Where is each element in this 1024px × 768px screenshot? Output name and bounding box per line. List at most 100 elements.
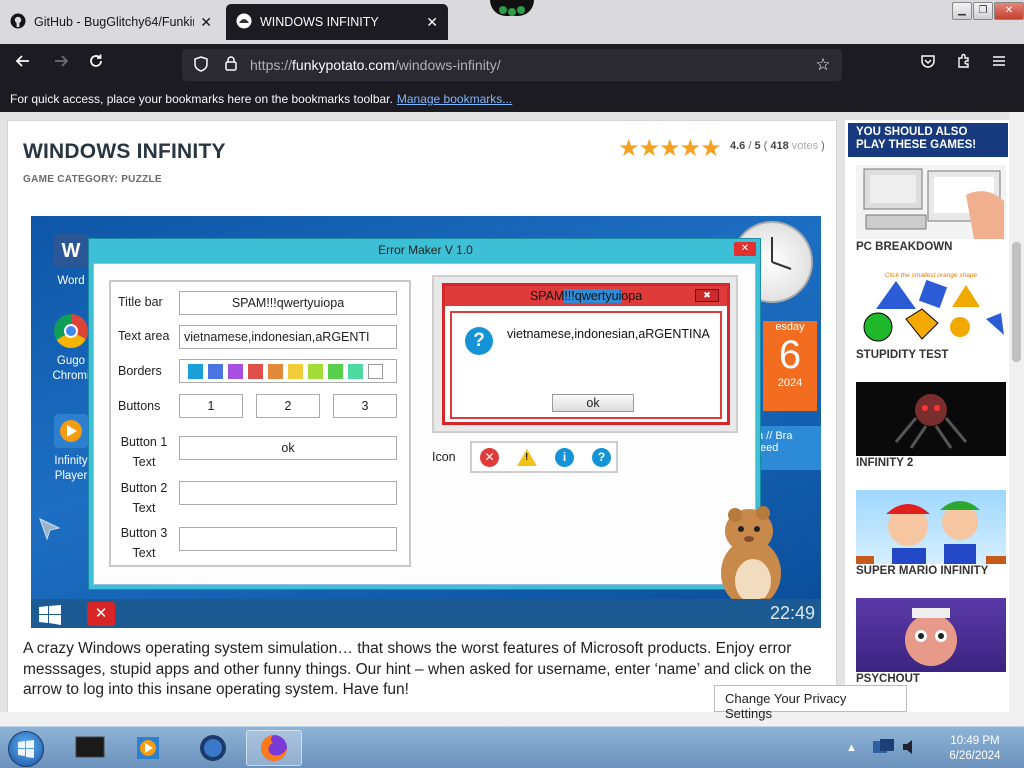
scrollbar-thumb[interactable] [1012,242,1021,362]
privacy-settings-button[interactable]: Change Your Privacy Settings [714,685,907,721]
media-player-icon [137,737,159,759]
tab-github[interactable]: GitHub - BugGlitchy64/Funkin ✕ [0,4,222,40]
border-color-swatch[interactable] [368,363,383,379]
preview-error-window: SPAM!!!qwertyuiopa ✖ ? vietnamese,indone… [442,283,730,425]
stupidity-test-thumbnail[interactable]: Click the smallest orange shape [856,272,1006,346]
calendar-year: 2024 [777,377,803,389]
close-window-button[interactable]: ✕ [994,2,1024,20]
question-mark-icon[interactable]: ? [592,447,611,467]
button2-text-input[interactable] [179,481,397,505]
manage-bookmarks-link[interactable]: Manage bookmarks... [397,92,512,106]
pc-breakdown-thumbnail[interactable] [856,165,1006,239]
tray-volume-icon[interactable] [901,738,917,759]
extensions-button[interactable] [951,52,977,78]
game-category: GAME CATEGORY: PUZZLE [23,174,162,185]
clock-date: 6/26/2024 [949,750,1001,762]
address-bar[interactable]: https://funkypotato.com/windows-infinity… [182,49,842,81]
reload-icon [90,54,102,67]
border-color-swatch[interactable] [228,363,243,379]
warning-icon[interactable]: ! [517,448,537,466]
error-maker-title: Error Maker V 1.0 [378,243,473,257]
calendar-weekday: esday [775,321,805,333]
tray-network-icon[interactable] [871,737,895,760]
game-link-label[interactable]: STUPIDITY TEST [856,349,948,361]
tab-strip: GitHub - BugGlitchy64/Funkin ✕ WINDOWS I… [0,0,1024,44]
border-color-swatch[interactable] [308,363,323,379]
minimize-button[interactable]: ▁ [952,2,972,20]
word-icon: W [54,234,88,268]
border-color-swatch[interactable] [268,363,283,379]
menu-button[interactable] [986,52,1012,78]
error-settings-form: Title bar SPAM!!!qwertyuiopa Text area v… [109,280,411,567]
button1-text-input[interactable]: ok [179,436,397,460]
psychout-thumbnail[interactable] [856,598,1006,672]
super-mario-infinity-thumbnail[interactable] [856,490,1006,564]
two-buttons-option[interactable]: 2 [256,394,320,418]
forward-button[interactable] [48,52,74,78]
votes-count: 418 [770,140,789,152]
rating-stars[interactable]: ★★★★★ [618,134,722,163]
tab-close-icon[interactable]: ✕ [426,14,438,31]
border-color-swatch[interactable] [208,363,223,379]
one-button-option[interactable]: 1 [179,394,243,418]
tray-expand-icon[interactable]: ▲ [846,742,857,754]
error-x-icon[interactable]: ✕ [480,447,499,467]
preview-close-button[interactable]: ✖ [695,289,719,302]
calendar-day: 6 [778,333,802,377]
icon-label: Icon [432,450,456,464]
back-button[interactable] [10,52,36,78]
button2-text-label: Button 2 Text [120,481,168,515]
border-color-swatch[interactable] [328,363,343,379]
pocket-button[interactable] [915,52,941,78]
game-link-label[interactable]: PSYCHOUT [856,673,920,685]
title-bar-label: Title bar [118,295,163,309]
game-canvas[interactable]: W Word Gugo Chromi Infinity Player esday… [31,216,821,628]
three-buttons-option[interactable]: 3 [333,394,397,418]
lock-icon[interactable] [220,56,242,74]
url-text[interactable]: https://funkypotato.com/windows-infinity… [250,57,812,73]
game-link-label[interactable]: SUPER MARIO INFINITY [856,565,988,577]
taskbar-app-media-player[interactable] [120,730,176,766]
horizontal-scrollbar[interactable] [0,712,1024,726]
puzzle-icon [958,53,969,68]
game-error-task-icon[interactable]: ✕ [87,602,115,626]
reload-button[interactable] [83,52,109,78]
tab-windows-infinity[interactable]: WINDOWS INFINITY ✕ [226,4,448,40]
game-clock: 22:49 [769,603,815,623]
borders-label: Borders [118,364,162,378]
bookmark-star-icon[interactable]: ☆ [812,55,834,75]
restore-button[interactable]: ❐ [973,2,993,20]
game-start-icon[interactable] [39,605,61,628]
border-color-swatch[interactable] [288,363,303,379]
taskbar-app-network[interactable] [185,730,241,766]
system-clock[interactable]: 10:49 PM 6/26/2024 [936,734,1014,764]
error-maker-close-button[interactable]: ✕ [734,242,756,256]
forward-arrow-icon [55,55,69,67]
button3-text-input[interactable] [179,527,397,551]
firefox-icon [261,735,287,761]
tab-close-icon[interactable]: ✕ [200,14,212,31]
preview-message: vietnamese,indonesian,aRGENTINA [507,327,710,341]
info-icon[interactable]: i [555,447,574,467]
taskbar-app-firefox[interactable] [246,730,302,766]
game-link-label[interactable]: INFINITY 2 [856,457,913,469]
border-color-swatch[interactable] [188,363,203,379]
button3-text-label: Button 3 Text [120,526,168,560]
hamburger-menu-icon [993,56,1005,66]
vertical-scrollbar[interactable] [1009,112,1024,712]
taskbar-app-monitor[interactable] [62,730,118,766]
title-bar-input[interactable]: SPAM!!!qwertyuiopa [179,291,397,315]
shield-icon[interactable] [190,55,212,75]
os-taskbar: ▲ 10:49 PM 6/26/2024 [0,726,1024,768]
start-button[interactable] [8,731,44,767]
border-color-swatch[interactable] [348,363,363,379]
rss-widget: h // Bra feed [753,426,821,470]
preview-ok-button[interactable]: ok [552,394,634,412]
text-area-input[interactable]: vietnamese,indonesian,aRGENTI [179,325,397,349]
border-color-swatch[interactable] [248,363,263,379]
desktop-icon-label: Word [57,275,85,287]
game-link-label[interactable]: PC BREAKDOWN [856,241,952,253]
window-ornament-icon [490,0,534,16]
infinity-2-thumbnail[interactable] [856,382,1006,456]
game-desktop[interactable]: W Word Gugo Chromi Infinity Player esday… [31,216,821,608]
